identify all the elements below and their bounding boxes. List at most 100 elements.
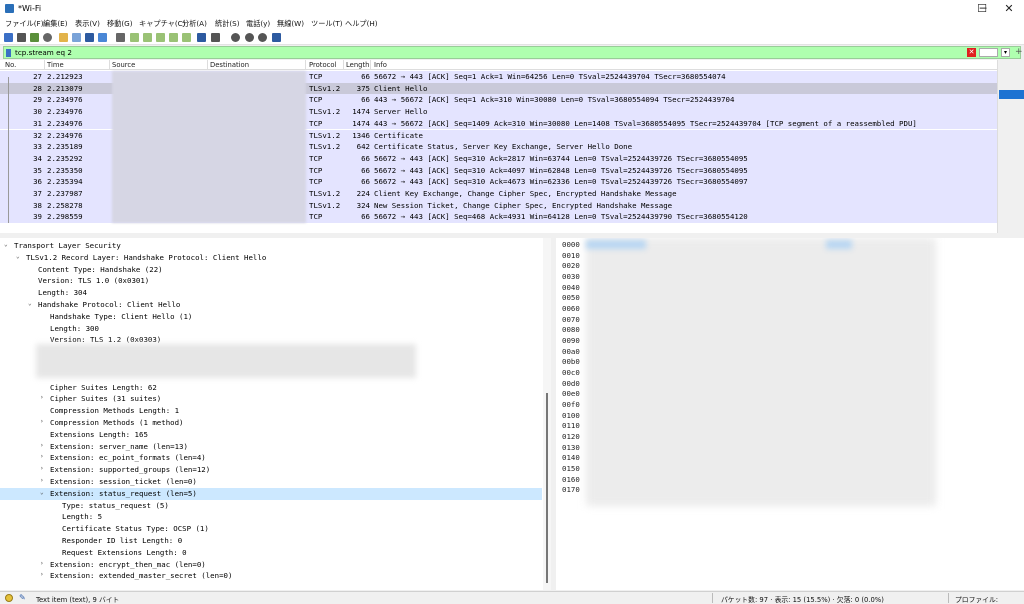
resize-columns-icon[interactable] xyxy=(272,33,281,42)
save-file-icon[interactable] xyxy=(72,33,81,42)
expand-arrow-icon[interactable]: › xyxy=(40,477,44,484)
start-capture-icon[interactable] xyxy=(4,33,13,42)
menu-file[interactable]: ファイル(F) xyxy=(5,19,44,29)
detail-item[interactable]: › Extension: supported_groups (len=12) xyxy=(0,464,551,476)
wireshark-app-icon xyxy=(5,4,14,13)
auto-scroll-icon[interactable] xyxy=(197,33,206,42)
menu-view[interactable]: 表示(V) xyxy=(75,19,100,29)
detail-item[interactable]: Length: 5 xyxy=(0,511,551,523)
menu-go[interactable]: 移動(G) xyxy=(107,19,133,29)
details-scroll-thumb[interactable] xyxy=(546,393,548,583)
column-destination[interactable]: Destination xyxy=(210,61,249,69)
packet-list-scrollbar[interactable] xyxy=(997,60,1024,233)
detail-item[interactable]: Extensions Length: 165 xyxy=(0,429,551,441)
expand-arrow-icon[interactable]: › xyxy=(40,418,44,425)
zoom-in-icon[interactable] xyxy=(231,33,240,42)
stop-capture-icon[interactable] xyxy=(17,33,26,42)
packet-info: Server Hello xyxy=(374,107,428,117)
maximize-button[interactable]: ☐ xyxy=(967,0,997,18)
detail-item[interactable]: Certificate Status Type: OCSP (1) xyxy=(0,523,551,535)
detail-item[interactable]: › Extension: encrypt_then_mac (len=0) xyxy=(0,559,551,571)
detail-text: Cipher Suites (31 suites) xyxy=(50,394,162,404)
capture-options-icon[interactable] xyxy=(43,33,52,42)
bookmark-icon[interactable] xyxy=(6,49,11,57)
byte-offset: 0000 xyxy=(562,240,580,249)
last-packet-icon[interactable] xyxy=(182,33,191,42)
colorize-icon[interactable] xyxy=(211,33,220,42)
expand-arrow-icon[interactable]: › xyxy=(40,453,44,460)
clear-filter-icon[interactable]: ✕ xyxy=(967,48,976,57)
packet-protocol: TCP xyxy=(309,153,323,163)
expand-arrow-icon[interactable]: › xyxy=(40,571,44,578)
apply-filter-button[interactable] xyxy=(979,48,998,57)
go-to-packet-icon[interactable] xyxy=(156,33,165,42)
detail-item[interactable]: Request Extensions Length: 0 xyxy=(0,547,551,559)
detail-item[interactable]: Content Type: Handshake (22) xyxy=(0,264,551,276)
column-protocol[interactable]: Protocol xyxy=(309,61,336,69)
filter-dropdown-icon[interactable]: ▾ xyxy=(1001,48,1010,57)
menu-tools[interactable]: ツール(T) xyxy=(311,19,343,29)
collapse-arrow-icon[interactable]: ⌄ xyxy=(16,253,20,260)
column-source[interactable]: Source xyxy=(112,61,135,69)
detail-item[interactable]: › Extension: server_name (len=13) xyxy=(0,441,551,453)
column-no[interactable]: No. xyxy=(5,61,16,69)
collapse-arrow-icon[interactable]: ⌄ xyxy=(40,489,44,496)
display-filter-bar[interactable]: tcp.stream eq 2 ✕ ▾ + xyxy=(3,46,1023,59)
display-filter-input[interactable]: tcp.stream eq 2 xyxy=(15,48,72,57)
go-back-icon[interactable] xyxy=(130,33,139,42)
menu-edit[interactable]: 編集(E) xyxy=(43,19,68,29)
detail-item[interactable]: Length: 304 xyxy=(0,287,551,299)
packet-list-scroll-thumb[interactable] xyxy=(999,90,1024,99)
detail-item[interactable]: Responder ID list Length: 0 xyxy=(0,535,551,547)
detail-item[interactable]: Type: status_request (5) xyxy=(0,500,551,512)
detail-item[interactable]: › Cipher Suites (31 suites) xyxy=(0,393,551,405)
go-forward-icon[interactable] xyxy=(143,33,152,42)
detail-item[interactable]: › Extension: session_ticket (len=0) xyxy=(0,476,551,488)
menu-telephony[interactable]: 電話(y) xyxy=(246,19,270,29)
expand-arrow-icon[interactable]: › xyxy=(40,560,44,567)
detail-item[interactable]: ⌄ Transport Layer Security xyxy=(0,240,551,252)
expert-info-icon[interactable] xyxy=(5,594,13,602)
packet-length: 324 xyxy=(356,200,370,210)
profile-label[interactable]: プロファイル: Default xyxy=(955,594,1024,604)
close-button[interactable]: ✕ xyxy=(994,0,1024,18)
edit-comment-icon[interactable]: ✎ xyxy=(19,593,26,602)
menu-analyze[interactable]: 分析(A) xyxy=(182,19,207,29)
detail-item[interactable]: ⌄ Extension: status_request (len=5) xyxy=(0,487,542,500)
expand-arrow-icon[interactable]: › xyxy=(40,442,44,449)
detail-item[interactable]: Version: TLS 1.0 (0x0301) xyxy=(0,275,551,287)
menu-capture[interactable]: キャプチャ(C) xyxy=(139,19,186,29)
restart-capture-icon[interactable] xyxy=(30,33,39,42)
details-scrollbar[interactable] xyxy=(543,238,551,590)
main-toolbar xyxy=(0,30,1024,45)
open-file-icon[interactable] xyxy=(59,33,68,42)
detail-item[interactable]: › Extension: extended_master_secret (len=… xyxy=(0,570,551,582)
menu-statistics[interactable]: 統計(S) xyxy=(215,19,240,29)
menu-wireless[interactable]: 無線(W) xyxy=(277,19,304,29)
packet-info: 443 → 56672 [ACK] Seq=1 Ack=310 Win=3008… xyxy=(374,95,735,105)
detail-item[interactable]: › Extension: ec_point_formats (len=4) xyxy=(0,452,551,464)
byte-offset: 00a0 xyxy=(562,346,580,356)
expand-arrow-icon[interactable]: › xyxy=(40,465,44,472)
detail-item[interactable]: Handshake Type: Client Hello (1) xyxy=(0,311,551,323)
add-filter-button-icon[interactable]: + xyxy=(1015,47,1023,57)
reload-file-icon[interactable] xyxy=(98,33,107,42)
detail-item[interactable]: Cipher Suites Length: 62 xyxy=(0,382,551,394)
detail-item[interactable]: › Compression Methods (1 method) xyxy=(0,417,551,429)
zoom-out-icon[interactable] xyxy=(245,33,254,42)
column-time[interactable]: Time xyxy=(47,61,64,69)
detail-item[interactable]: ⌄ Handshake Protocol: Client Hello xyxy=(0,299,551,311)
expand-arrow-icon[interactable]: › xyxy=(40,394,44,401)
first-packet-icon[interactable] xyxy=(169,33,178,42)
normal-size-icon[interactable] xyxy=(258,33,267,42)
find-packet-icon[interactable] xyxy=(116,33,125,42)
detail-item[interactable]: Compression Methods Length: 1 xyxy=(0,405,551,417)
collapse-arrow-icon[interactable]: ⌄ xyxy=(28,300,32,307)
column-length[interactable]: Length xyxy=(346,61,369,69)
close-file-icon[interactable] xyxy=(85,33,94,42)
detail-item[interactable]: ⌄ TLSv1.2 Record Layer: Handshake Protoco… xyxy=(0,252,551,264)
collapse-arrow-icon[interactable]: ⌄ xyxy=(4,241,8,248)
detail-item[interactable]: Length: 300 xyxy=(0,323,551,335)
menu-help[interactable]: ヘルプ(H) xyxy=(345,19,378,29)
column-info[interactable]: Info xyxy=(374,61,387,69)
